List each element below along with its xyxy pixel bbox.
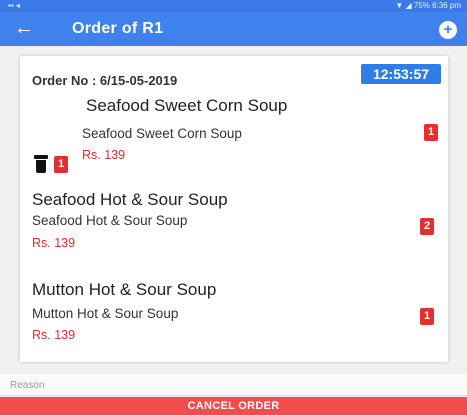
back-arrow-icon[interactable]: ← bbox=[12, 17, 36, 41]
reason-bar bbox=[0, 374, 467, 396]
item-name: Seafood Hot & Sour Soup bbox=[32, 190, 228, 209]
item-name: Mutton Hot & Sour Soup bbox=[32, 280, 217, 299]
reason-input[interactable] bbox=[10, 377, 450, 393]
item-quantity-badge: 1 bbox=[424, 124, 438, 141]
order-card: Order No : 6/15-05-2019 12:53:57 Seafood… bbox=[20, 56, 448, 362]
order-number: Order No : 6/15-05-2019 bbox=[32, 73, 178, 88]
page-title: Order of R1 bbox=[72, 20, 164, 37]
order-timer: 12:53:57 bbox=[361, 64, 441, 84]
item-description: Mutton Hot & Sour Soup bbox=[32, 306, 179, 321]
order-item[interactable]: Seafood Hot & Sour Soup Seafood Hot & So… bbox=[20, 188, 448, 258]
item-left-badge: 1 bbox=[54, 156, 68, 173]
status-left-icons: ▪▪ ◂ bbox=[8, 1, 20, 10]
trash-icon[interactable] bbox=[34, 155, 48, 173]
order-item[interactable]: Seafood Sweet Corn Soup 1 Seafood Sweet … bbox=[20, 92, 448, 173]
order-item[interactable]: Mutton Hot & Sour Soup Mutton Hot & Sour… bbox=[20, 278, 448, 348]
cancel-order-button[interactable]: CANCEL ORDER bbox=[0, 397, 467, 415]
item-price: Rs. 139 bbox=[32, 328, 76, 342]
app-bar: ← Order of R1 + bbox=[0, 12, 467, 46]
item-price: Rs. 139 bbox=[32, 236, 76, 250]
item-name: Seafood Sweet Corn Soup bbox=[86, 96, 288, 115]
item-price: Rs. 139 bbox=[82, 148, 126, 162]
item-quantity-badge: 1 bbox=[420, 308, 434, 325]
status-bar: ▪▪ ◂ ▼ ◢ 75% 6:36 pm bbox=[0, 0, 467, 12]
item-quantity-badge: 2 bbox=[420, 218, 434, 235]
status-right-info: ▼ ◢ 75% 6:36 pm bbox=[395, 1, 461, 10]
item-description: Seafood Sweet Corn Soup bbox=[82, 126, 242, 141]
add-icon[interactable]: + bbox=[439, 21, 457, 39]
item-description: Seafood Hot & Sour Soup bbox=[32, 213, 188, 228]
